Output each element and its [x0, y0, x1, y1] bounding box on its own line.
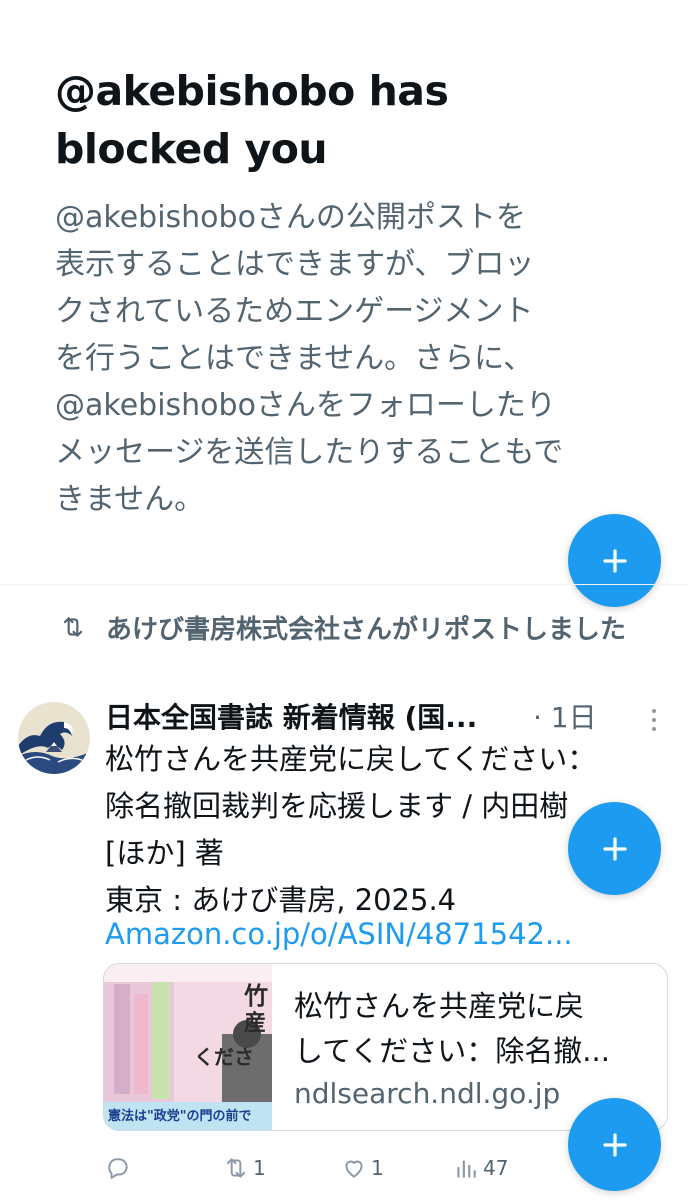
- repost-count: 1: [253, 1156, 266, 1180]
- blocked-description-line: @akebishoboさんをフォローしたり: [55, 388, 556, 423]
- post-header: 日本全国書誌 新着情報 (国... · 1日: [105, 698, 675, 738]
- plus-icon: [602, 1132, 627, 1157]
- post-text-line: 松竹さんを共産党に戻してください：: [105, 742, 597, 776]
- great-wave-avatar-image: [18, 702, 90, 774]
- repost-icon: [63, 617, 83, 637]
- post-timestamp[interactable]: · 1日: [533, 698, 597, 738]
- repost-icon: [226, 1158, 246, 1178]
- avatar[interactable]: [18, 702, 90, 774]
- views-button[interactable]: 47: [453, 1150, 508, 1186]
- section-divider: [0, 584, 688, 585]
- blocked-description-line: クされているためエンゲージメント: [55, 294, 534, 329]
- link-card-title-line: してください：除名撤...: [294, 1034, 610, 1068]
- compose-fab-button[interactable]: [568, 802, 661, 895]
- link-card-title-line: 松竹さんを共産党に戻: [294, 989, 585, 1023]
- link-card-title: 松竹さんを共産党に戻 してください：除名撤...: [294, 984, 654, 1074]
- svg-text:産: 産: [244, 1010, 266, 1036]
- blocked-description-line: 表示することはできますが、ブロッ: [55, 247, 535, 282]
- link-preview-card[interactable]: 竹 産 くださ 憲法は"政党"の門の前で 松竹さんを共産党に戻 してください：除…: [103, 963, 668, 1131]
- plus-icon: [602, 836, 627, 861]
- repost-button[interactable]: 1: [223, 1150, 266, 1186]
- more-options-icon[interactable]: [650, 708, 658, 732]
- views-chart-icon: [457, 1160, 476, 1178]
- svg-text:くださ: くださ: [194, 1045, 254, 1069]
- post-action-bar: 1 1 47: [105, 1150, 585, 1186]
- plus-icon: [602, 548, 627, 573]
- compose-fab-button[interactable]: [568, 514, 661, 607]
- blocked-description: @akebishoboさんの公開ポストを 表示することはできますが、ブロッ クさ…: [55, 194, 635, 523]
- blocked-title-line: @akebishobo has: [55, 67, 449, 115]
- svg-text:竹: 竹: [243, 982, 268, 1010]
- blocked-title: @akebishobo has blocked you: [55, 62, 615, 178]
- like-count: 1: [371, 1156, 384, 1180]
- blocked-description-line: @akebishoboさんの公開ポストを: [55, 200, 526, 235]
- reply-icon: [108, 1158, 128, 1179]
- post-author-name[interactable]: 日本全国書誌 新着情報 (国...: [105, 698, 530, 738]
- views-count: 47: [483, 1156, 509, 1180]
- post-link[interactable]: Amazon.co.jp/o/ASIN/4871542...: [105, 911, 615, 958]
- repost-context-text: あけび書房株式会社さんがリポストしました: [106, 615, 627, 645]
- blocked-description-line: メッセージを送信したりすることもで: [55, 435, 564, 470]
- blocked-description-line: きません。: [55, 482, 205, 517]
- heart-icon: [345, 1160, 363, 1178]
- reply-button[interactable]: [105, 1150, 135, 1186]
- blocked-description-line: を行うことはできません。さらに、: [55, 341, 534, 376]
- blocked-title-line: blocked you: [55, 125, 328, 173]
- book-cover-thumbnail: 竹 産 くださ 憲法は"政党"の門の前で: [104, 964, 272, 1130]
- like-button[interactable]: 1: [341, 1150, 384, 1186]
- svg-text:憲法は"政党"の門の前で: 憲法は"政党"の門の前で: [107, 1108, 252, 1124]
